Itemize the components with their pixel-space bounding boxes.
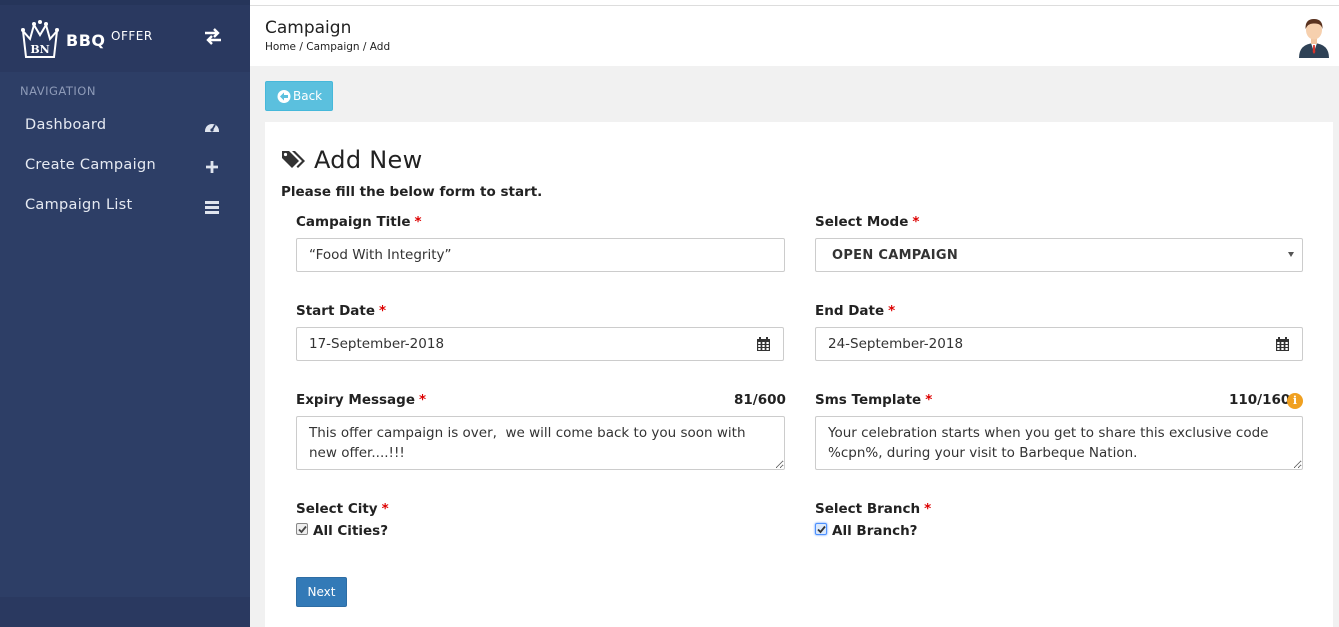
required-mark: * <box>414 214 422 230</box>
expiry-message-counter: 81/600 <box>734 392 786 408</box>
campaign-title-input[interactable] <box>296 238 785 272</box>
logo-text: BN <box>30 43 49 56</box>
all-branch-label: All Branch? <box>832 523 918 539</box>
info-icon[interactable]: i <box>1287 393 1303 409</box>
required-mark: * <box>381 501 389 517</box>
required-mark: * <box>912 214 920 230</box>
arrow-left-icon <box>277 90 291 103</box>
dashboard-icon <box>205 124 219 132</box>
expiry-message-textarea[interactable]: This offer campaign is over, we will com… <box>296 416 785 470</box>
city-label: Select City * <box>296 501 389 517</box>
brand-superscript: OFFER <box>111 29 153 43</box>
breadcrumb-home[interactable]: Home <box>265 41 296 53</box>
back-button[interactable]: Back <box>265 81 333 111</box>
sidebar-item-label: Dashboard <box>25 117 107 133</box>
breadcrumb: Home / Campaign / Add <box>265 41 390 53</box>
form-card: Add New Please fill the below form to st… <box>265 122 1333 627</box>
all-branch-checkbox[interactable] <box>815 523 827 535</box>
checkmark-icon <box>817 525 826 534</box>
all-cities-checkbox[interactable] <box>296 523 308 535</box>
brand-name: BBQ <box>66 31 106 50</box>
end-date-label: End Date * <box>815 303 896 319</box>
required-mark: * <box>418 392 427 408</box>
form-subtitle: Please fill the below form to start. <box>281 184 543 200</box>
campaign-title-label: Campaign Title * <box>296 214 422 230</box>
nav-heading: NAVIGATION <box>20 84 96 98</box>
all-cities-label: All Cities? <box>313 523 389 539</box>
chevron-down-icon <box>1288 252 1294 257</box>
required-mark: * <box>888 303 896 319</box>
required-mark: * <box>379 303 387 319</box>
brand: BN BBQ OFFER <box>0 0 250 72</box>
breadcrumb-separator: / <box>296 41 307 53</box>
sidebar-item-dashboard[interactable]: Dashboard <box>0 108 250 144</box>
sidebar-item-label: Create Campaign <box>25 157 156 173</box>
calendar-icon <box>757 337 770 351</box>
tags-icon <box>282 151 305 168</box>
next-button[interactable]: Next <box>296 577 347 607</box>
plus-icon <box>206 161 218 173</box>
toggle-arrows-icon[interactable] <box>203 26 223 46</box>
required-mark: * <box>924 501 932 517</box>
end-date-input[interactable] <box>815 327 1264 361</box>
page-header: Campaign Home / Campaign / Add <box>250 5 1339 66</box>
required-mark: * <box>925 392 933 408</box>
mode-label: Select Mode * <box>815 214 920 230</box>
breadcrumb-campaign[interactable]: Campaign <box>306 41 359 53</box>
end-date-calendar-button[interactable] <box>1263 327 1303 361</box>
list-icon <box>205 201 219 214</box>
crown-logo-icon: BN <box>21 20 59 58</box>
mode-select[interactable]: OPEN CAMPAIGN <box>815 238 1303 272</box>
start-date-label: Start Date * <box>296 303 387 319</box>
branch-label: Select Branch * <box>815 501 932 517</box>
sidebar-item-label: Campaign List <box>25 197 133 213</box>
breadcrumb-add: Add <box>369 41 391 53</box>
sidebar-footer <box>0 597 250 627</box>
expiry-message-label: Expiry Message * <box>296 392 427 408</box>
breadcrumb-separator: / <box>359 41 370 53</box>
mode-selected-value: OPEN CAMPAIGN <box>832 248 959 263</box>
user-avatar-icon[interactable] <box>1297 14 1331 58</box>
back-label: Back <box>293 89 323 103</box>
calendar-icon <box>1276 337 1289 351</box>
checkmark-icon <box>298 525 307 534</box>
page-title: Campaign <box>265 18 352 38</box>
sms-template-label: Sms Template * <box>815 392 933 408</box>
sms-template-textarea[interactable]: Your celebration starts when you get to … <box>815 416 1303 470</box>
sidebar-item-create-campaign[interactable]: Create Campaign <box>0 148 250 184</box>
form-title: Add New <box>314 146 423 174</box>
start-date-input[interactable] <box>296 327 745 361</box>
sms-template-counter: 110/160 <box>1229 392 1291 408</box>
sidebar-item-campaign-list[interactable]: Campaign List <box>0 188 250 224</box>
start-date-calendar-button[interactable] <box>744 327 784 361</box>
sidebar: BN BBQ OFFER NAVIGATION Dashboard Create… <box>0 0 250 627</box>
